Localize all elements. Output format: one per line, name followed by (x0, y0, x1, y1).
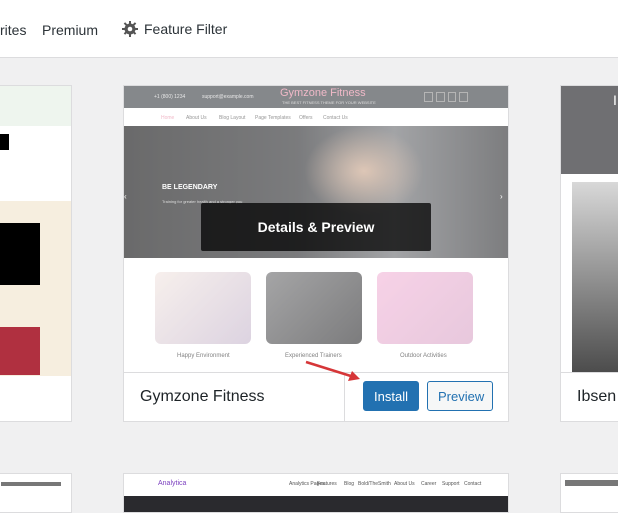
theme-name: Ibsen (577, 388, 617, 405)
bottom-menu-item: Features (317, 481, 337, 487)
theme-card-bottom-center[interactable]: Analytica Analytics Pages Features Blog … (123, 473, 509, 513)
left-card-header (0, 86, 71, 126)
theme-card-footer: Ibsen (561, 372, 618, 421)
theme-screenshot: +1 (800) 1234 support@example.com Gymzon… (124, 86, 508, 373)
bottom-center-header: Analytica Analytics Pages Features Blog … (124, 474, 508, 496)
red-arrow-icon (305, 360, 360, 381)
gear-icon (122, 21, 138, 37)
details-preview-button[interactable]: Details & Preview (201, 203, 431, 251)
bottom-left-bar (1, 482, 61, 486)
right-card-header-text: I (613, 92, 617, 108)
right-card-header: I (561, 86, 618, 174)
bottom-menu-item: Blog (344, 481, 355, 487)
filter-bar: rites Premium Feature Filter (0, 0, 618, 58)
bottom-right-bar (565, 480, 618, 486)
bottom-menu-item: Bold/TheSmith (358, 481, 391, 487)
theme-card-bottom-left[interactable] (0, 473, 72, 513)
bottom-menu-item: Support (442, 481, 460, 487)
left-card-glyph (0, 134, 9, 150)
theme-card-bottom-right[interactable] (560, 473, 618, 513)
left-card-block (0, 223, 40, 285)
nav-premium[interactable]: Premium (42, 22, 98, 38)
bottom-menu-item: Contact (464, 481, 482, 487)
bottom-menu-item: About Us (394, 481, 415, 487)
theme-name: Gymzone Fitness (140, 388, 265, 405)
feature-filter-button[interactable]: Feature Filter (122, 21, 227, 37)
feature-filter-label: Feature Filter (144, 21, 228, 37)
left-card-image (0, 327, 40, 375)
install-button[interactable]: Install (363, 381, 419, 411)
bottom-center-logo: Analytica (158, 480, 187, 487)
right-card-strip (561, 174, 618, 182)
theme-card-left[interactable] (0, 85, 72, 422)
right-card-image (572, 182, 618, 375)
nav-favorites[interactable]: rites (0, 22, 26, 38)
preview-button[interactable]: Preview (427, 381, 493, 411)
theme-card-right[interactable]: I Ibsen (560, 85, 618, 422)
bottom-center-hero (124, 496, 508, 512)
bottom-menu-item: Career (421, 481, 437, 487)
